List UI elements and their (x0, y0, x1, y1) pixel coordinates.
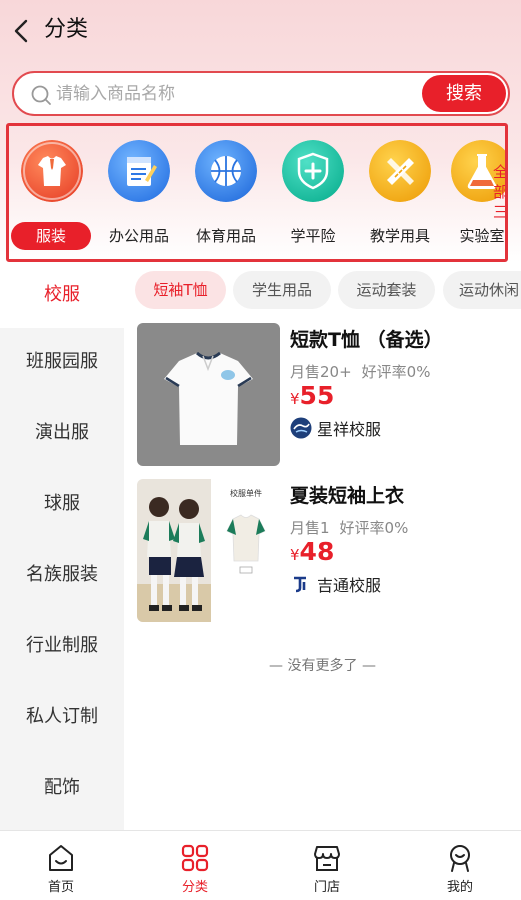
chevron-left-icon[interactable] (10, 16, 32, 46)
subcategory-tabs: 短袖T恤 学生用品 运动套装 运动休闲 (124, 262, 521, 320)
category-label: 教学用具 (369, 227, 430, 245)
product-rating: 好评率0% (339, 519, 409, 537)
sidebar-item-performance[interactable]: 演出服 (0, 400, 124, 466)
bottom-tab-bar: 首页 分类 门店 我的 (0, 830, 521, 900)
page-title: 分类 (44, 17, 89, 42)
product-price: ¥55 (290, 381, 334, 410)
subtab-student-items[interactable]: 学生用品 (233, 271, 331, 309)
product-image[interactable]: 校服单件 (137, 479, 280, 622)
sidebar: 校服 班服园服 演出服 球服 名族服装 行业制服 私人订制 配饰 (0, 262, 124, 830)
product-sales: 月售1 (290, 519, 330, 537)
category-item-sports[interactable]: 体育用品 (183, 136, 271, 252)
category-label: 办公用品 (108, 227, 169, 245)
home-icon (49, 845, 73, 871)
shield-plus-icon (282, 140, 344, 202)
categories-more-link[interactable]: 全部三 (493, 162, 505, 222)
tab-label: 我的 (446, 880, 473, 895)
category-label: 学平险 (290, 227, 336, 245)
price-currency: ¥ (290, 546, 300, 564)
product-meta: 月售1 好评率0% (290, 517, 408, 538)
product-card[interactable]: 校服单件 夏装短袖上衣 月售1 好评率0% ¥48 吉通校服 (137, 479, 521, 623)
product-image[interactable] (137, 323, 280, 466)
category-label: 服装 (11, 222, 91, 250)
shop-name: 吉通校服 (317, 576, 382, 595)
sidebar-item-team-jersey[interactable]: 球服 (0, 471, 124, 537)
tab-category[interactable]: 分类 (150, 831, 240, 900)
category-strip: 服装 办公用品 体育用品 学平险 教学用具 实验室 全部三 (6, 123, 508, 262)
shop-logo-icon (290, 417, 312, 439)
search-input[interactable] (56, 80, 416, 108)
search-bar: 搜索 (12, 71, 510, 116)
price-value: 55 (299, 381, 335, 410)
category-label: 体育用品 (195, 227, 256, 245)
product-card[interactable]: 短款T恤 （备选） 月售20+ 好评率0% ¥55 星祥校服 (137, 323, 521, 467)
sidebar-item-ethnic[interactable]: 名族服装 (0, 542, 124, 608)
category-label: 实验室 (459, 227, 505, 245)
image-caption: 校服单件 (230, 489, 262, 498)
tab-label: 首页 (47, 880, 74, 895)
basketball-icon (195, 140, 257, 202)
product-sales: 月售20+ (290, 363, 352, 381)
tab-label: 分类 (181, 880, 208, 895)
subtab-short-tshirt[interactable]: 短袖T恤 (135, 271, 226, 309)
tshirt-icon (21, 140, 83, 202)
shop-name: 星祥校服 (317, 420, 382, 439)
category-grid-icon (181, 844, 209, 872)
tab-label: 门店 (313, 880, 340, 895)
shop-logo-icon (292, 576, 310, 593)
category-item-office[interactable]: 办公用品 (96, 136, 184, 252)
tab-mine[interactable]: 我的 (415, 831, 505, 900)
product-shop[interactable]: 星祥校服 (290, 416, 382, 439)
category-item-insurance[interactable]: 学平险 (270, 136, 358, 252)
sidebar-item-custom[interactable]: 私人订制 (0, 684, 124, 750)
user-icon (450, 845, 470, 872)
search-button[interactable]: 搜索 (422, 75, 506, 112)
category-item-teaching-tools[interactable]: 教学用具 (357, 136, 445, 252)
sidebar-item-industry[interactable]: 行业制服 (0, 613, 124, 679)
notepad-icon (108, 140, 170, 202)
product-meta: 月售20+ 好评率0% (290, 361, 430, 382)
price-currency: ¥ (290, 390, 300, 408)
product-title: 短款T恤 （备选） (290, 329, 443, 351)
product-shop[interactable]: 吉通校服 (290, 572, 382, 595)
store-icon (314, 846, 340, 871)
subtab-sports-casual[interactable]: 运动休闲 (443, 271, 521, 309)
ruler-pencil-icon (369, 140, 431, 202)
tab-home[interactable]: 首页 (16, 831, 106, 900)
tab-store[interactable]: 门店 (282, 831, 372, 900)
sidebar-item-class-uniform[interactable]: 班服园服 (0, 329, 124, 395)
list-end-indicator: — 没有更多了 — (269, 658, 376, 674)
search-icon (31, 85, 51, 105)
subtab-sports-set[interactable]: 运动套装 (338, 271, 435, 309)
product-rating: 好评率0% (361, 363, 431, 381)
header: 分类 (0, 0, 521, 62)
sidebar-item-uniform[interactable]: 校服 (0, 262, 124, 328)
category-item-clothing[interactable]: 服装 (9, 136, 97, 252)
price-value: 48 (299, 537, 335, 566)
product-title: 夏装短袖上衣 (290, 485, 405, 507)
product-price: ¥48 (290, 537, 334, 566)
sidebar-item-accessories[interactable]: 配饰 (0, 755, 124, 821)
